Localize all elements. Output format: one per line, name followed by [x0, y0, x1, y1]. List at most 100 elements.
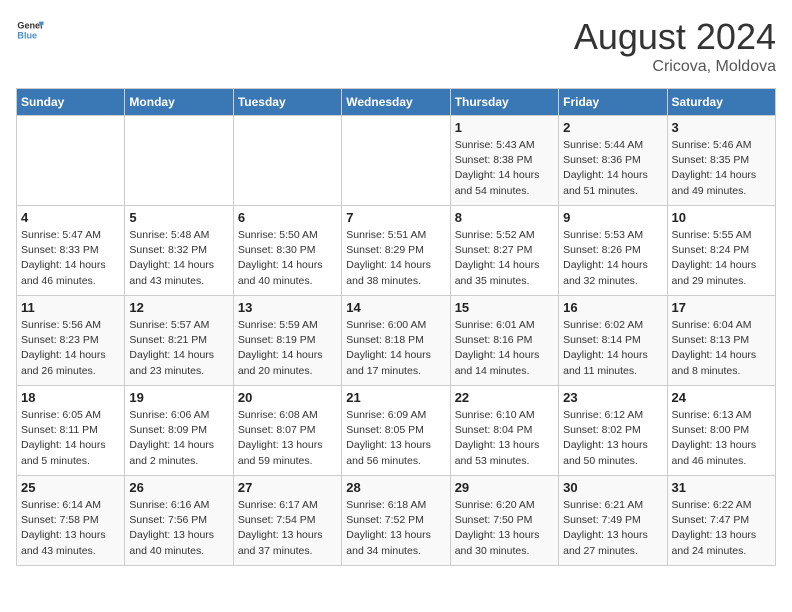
day-number: 23 [563, 390, 662, 405]
calendar-cell: 18 Sunrise: 6:05 AM Sunset: 8:11 PM Dayli… [17, 386, 125, 476]
day-number: 10 [672, 210, 771, 225]
calendar-table: SundayMondayTuesdayWednesdayThursdayFrid… [16, 88, 776, 566]
calendar-cell: 3 Sunrise: 5:46 AM Sunset: 8:35 PM Daylig… [667, 116, 775, 206]
day-number: 21 [346, 390, 445, 405]
day-number: 26 [129, 480, 228, 495]
day-info: Sunrise: 5:47 AM Sunset: 8:33 PM Dayligh… [21, 228, 120, 289]
calendar-cell: 28 Sunrise: 6:18 AM Sunset: 7:52 PM Dayli… [342, 476, 450, 566]
calendar-cell: 2 Sunrise: 5:44 AM Sunset: 8:36 PM Daylig… [559, 116, 667, 206]
day-number: 18 [21, 390, 120, 405]
day-number: 1 [455, 120, 554, 135]
day-info: Sunrise: 5:46 AM Sunset: 8:35 PM Dayligh… [672, 138, 771, 199]
day-info: Sunrise: 6:12 AM Sunset: 8:02 PM Dayligh… [563, 408, 662, 469]
calendar-cell: 22Sunrise: 6:10 AM Sunset: 8:04 PM Dayli… [450, 386, 558, 476]
day-of-week-header: Friday [559, 89, 667, 116]
day-info: Sunrise: 6:02 AM Sunset: 8:14 PM Dayligh… [563, 318, 662, 379]
day-number: 3 [672, 120, 771, 135]
calendar-cell: 8 Sunrise: 5:52 AM Sunset: 8:27 PM Daylig… [450, 206, 558, 296]
day-of-week-header: Wednesday [342, 89, 450, 116]
calendar-cell: 6Sunrise: 5:50 AM Sunset: 8:30 PM Daylig… [233, 206, 341, 296]
days-of-week-row: SundayMondayTuesdayWednesdayThursdayFrid… [17, 89, 776, 116]
day-number: 15 [455, 300, 554, 315]
day-of-week-header: Monday [125, 89, 233, 116]
day-number: 2 [563, 120, 662, 135]
day-number: 5 [129, 210, 228, 225]
day-number: 19 [129, 390, 228, 405]
day-info: Sunrise: 5:56 AM Sunset: 8:23 PM Dayligh… [21, 318, 120, 379]
day-info: Sunrise: 6:17 AM Sunset: 7:54 PM Dayligh… [238, 498, 337, 559]
day-of-week-header: Saturday [667, 89, 775, 116]
day-number: 27 [238, 480, 337, 495]
day-info: Sunrise: 5:57 AM Sunset: 8:21 PM Dayligh… [129, 318, 228, 379]
day-number: 9 [563, 210, 662, 225]
calendar-cell: 20 Sunrise: 6:08 AM Sunset: 8:07 PM Dayli… [233, 386, 341, 476]
logo-icon: General Blue [16, 16, 44, 44]
day-info: Sunrise: 6:18 AM Sunset: 7:52 PM Dayligh… [346, 498, 445, 559]
day-info: Sunrise: 6:16 AM Sunset: 7:56 PM Dayligh… [129, 498, 228, 559]
day-info: Sunrise: 6:21 AM Sunset: 7:49 PM Dayligh… [563, 498, 662, 559]
calendar-cell: 16 Sunrise: 6:02 AM Sunset: 8:14 PM Dayli… [559, 296, 667, 386]
day-number: 11 [21, 300, 120, 315]
day-info: Sunrise: 6:00 AM Sunset: 8:18 PM Dayligh… [346, 318, 445, 379]
calendar-body: 1Sunrise: 5:43 AM Sunset: 8:38 PM Daylig… [17, 116, 776, 566]
day-info: Sunrise: 5:44 AM Sunset: 8:36 PM Dayligh… [563, 138, 662, 199]
day-info: Sunrise: 6:10 AM Sunset: 8:04 PM Dayligh… [455, 408, 554, 469]
calendar-cell: 4 Sunrise: 5:47 AM Sunset: 8:33 PM Daylig… [17, 206, 125, 296]
calendar-cell: 25Sunrise: 6:14 AM Sunset: 7:58 PM Dayli… [17, 476, 125, 566]
calendar-cell: 15 Sunrise: 6:01 AM Sunset: 8:16 PM Dayli… [450, 296, 558, 386]
day-info: Sunrise: 5:48 AM Sunset: 8:32 PM Dayligh… [129, 228, 228, 289]
calendar-cell: 23 Sunrise: 6:12 AM Sunset: 8:02 PM Dayli… [559, 386, 667, 476]
day-info: Sunrise: 6:09 AM Sunset: 8:05 PM Dayligh… [346, 408, 445, 469]
day-number: 13 [238, 300, 337, 315]
day-number: 7 [346, 210, 445, 225]
calendar-cell: 24 Sunrise: 6:13 AM Sunset: 8:00 PM Dayli… [667, 386, 775, 476]
day-info: Sunrise: 5:53 AM Sunset: 8:26 PM Dayligh… [563, 228, 662, 289]
day-number: 8 [455, 210, 554, 225]
day-info: Sunrise: 6:01 AM Sunset: 8:16 PM Dayligh… [455, 318, 554, 379]
day-info: Sunrise: 5:51 AM Sunset: 8:29 PM Dayligh… [346, 228, 445, 289]
day-info: Sunrise: 6:14 AM Sunset: 7:58 PM Dayligh… [21, 498, 120, 559]
calendar-cell [233, 116, 341, 206]
day-info: Sunrise: 6:20 AM Sunset: 7:50 PM Dayligh… [455, 498, 554, 559]
day-number: 16 [563, 300, 662, 315]
calendar-week-row: 4 Sunrise: 5:47 AM Sunset: 8:33 PM Daylig… [17, 206, 776, 296]
calendar-cell: 10Sunrise: 5:55 AM Sunset: 8:24 PM Dayli… [667, 206, 775, 296]
day-number: 31 [672, 480, 771, 495]
title-area: August 2024 Cricova, Moldova [574, 16, 776, 76]
day-number: 12 [129, 300, 228, 315]
day-number: 24 [672, 390, 771, 405]
day-number: 20 [238, 390, 337, 405]
calendar-header: SundayMondayTuesdayWednesdayThursdayFrid… [17, 89, 776, 116]
day-info: Sunrise: 6:13 AM Sunset: 8:00 PM Dayligh… [672, 408, 771, 469]
calendar-week-row: 1Sunrise: 5:43 AM Sunset: 8:38 PM Daylig… [17, 116, 776, 206]
day-of-week-header: Thursday [450, 89, 558, 116]
day-number: 17 [672, 300, 771, 315]
page-header: General Blue August 2024 Cricova, Moldov… [16, 16, 776, 76]
calendar-cell: 26 Sunrise: 6:16 AM Sunset: 7:56 PM Dayli… [125, 476, 233, 566]
calendar-cell: 7 Sunrise: 5:51 AM Sunset: 8:29 PM Daylig… [342, 206, 450, 296]
day-number: 6 [238, 210, 337, 225]
calendar-cell: 11 Sunrise: 5:56 AM Sunset: 8:23 PM Dayli… [17, 296, 125, 386]
calendar-cell: 21 Sunrise: 6:09 AM Sunset: 8:05 PM Dayli… [342, 386, 450, 476]
day-of-week-header: Tuesday [233, 89, 341, 116]
calendar-cell [125, 116, 233, 206]
day-number: 29 [455, 480, 554, 495]
day-number: 30 [563, 480, 662, 495]
day-info: Sunrise: 5:52 AM Sunset: 8:27 PM Dayligh… [455, 228, 554, 289]
calendar-cell: 30 Sunrise: 6:21 AM Sunset: 7:49 PM Dayli… [559, 476, 667, 566]
day-info: Sunrise: 6:22 AM Sunset: 7:47 PM Dayligh… [672, 498, 771, 559]
day-info: Sunrise: 5:59 AM Sunset: 8:19 PM Dayligh… [238, 318, 337, 379]
logo: General Blue [16, 16, 44, 44]
day-number: 28 [346, 480, 445, 495]
calendar-cell [342, 116, 450, 206]
day-info: Sunrise: 6:05 AM Sunset: 8:11 PM Dayligh… [21, 408, 120, 469]
day-number: 4 [21, 210, 120, 225]
calendar-week-row: 11 Sunrise: 5:56 AM Sunset: 8:23 PM Dayli… [17, 296, 776, 386]
calendar-cell: 29 Sunrise: 6:20 AM Sunset: 7:50 PM Dayli… [450, 476, 558, 566]
svg-text:Blue: Blue [17, 30, 37, 40]
day-info: Sunrise: 6:08 AM Sunset: 8:07 PM Dayligh… [238, 408, 337, 469]
location-subtitle: Cricova, Moldova [574, 58, 776, 76]
month-year-title: August 2024 [574, 16, 776, 58]
day-of-week-header: Sunday [17, 89, 125, 116]
calendar-cell: 13 Sunrise: 5:59 AM Sunset: 8:19 PM Dayli… [233, 296, 341, 386]
